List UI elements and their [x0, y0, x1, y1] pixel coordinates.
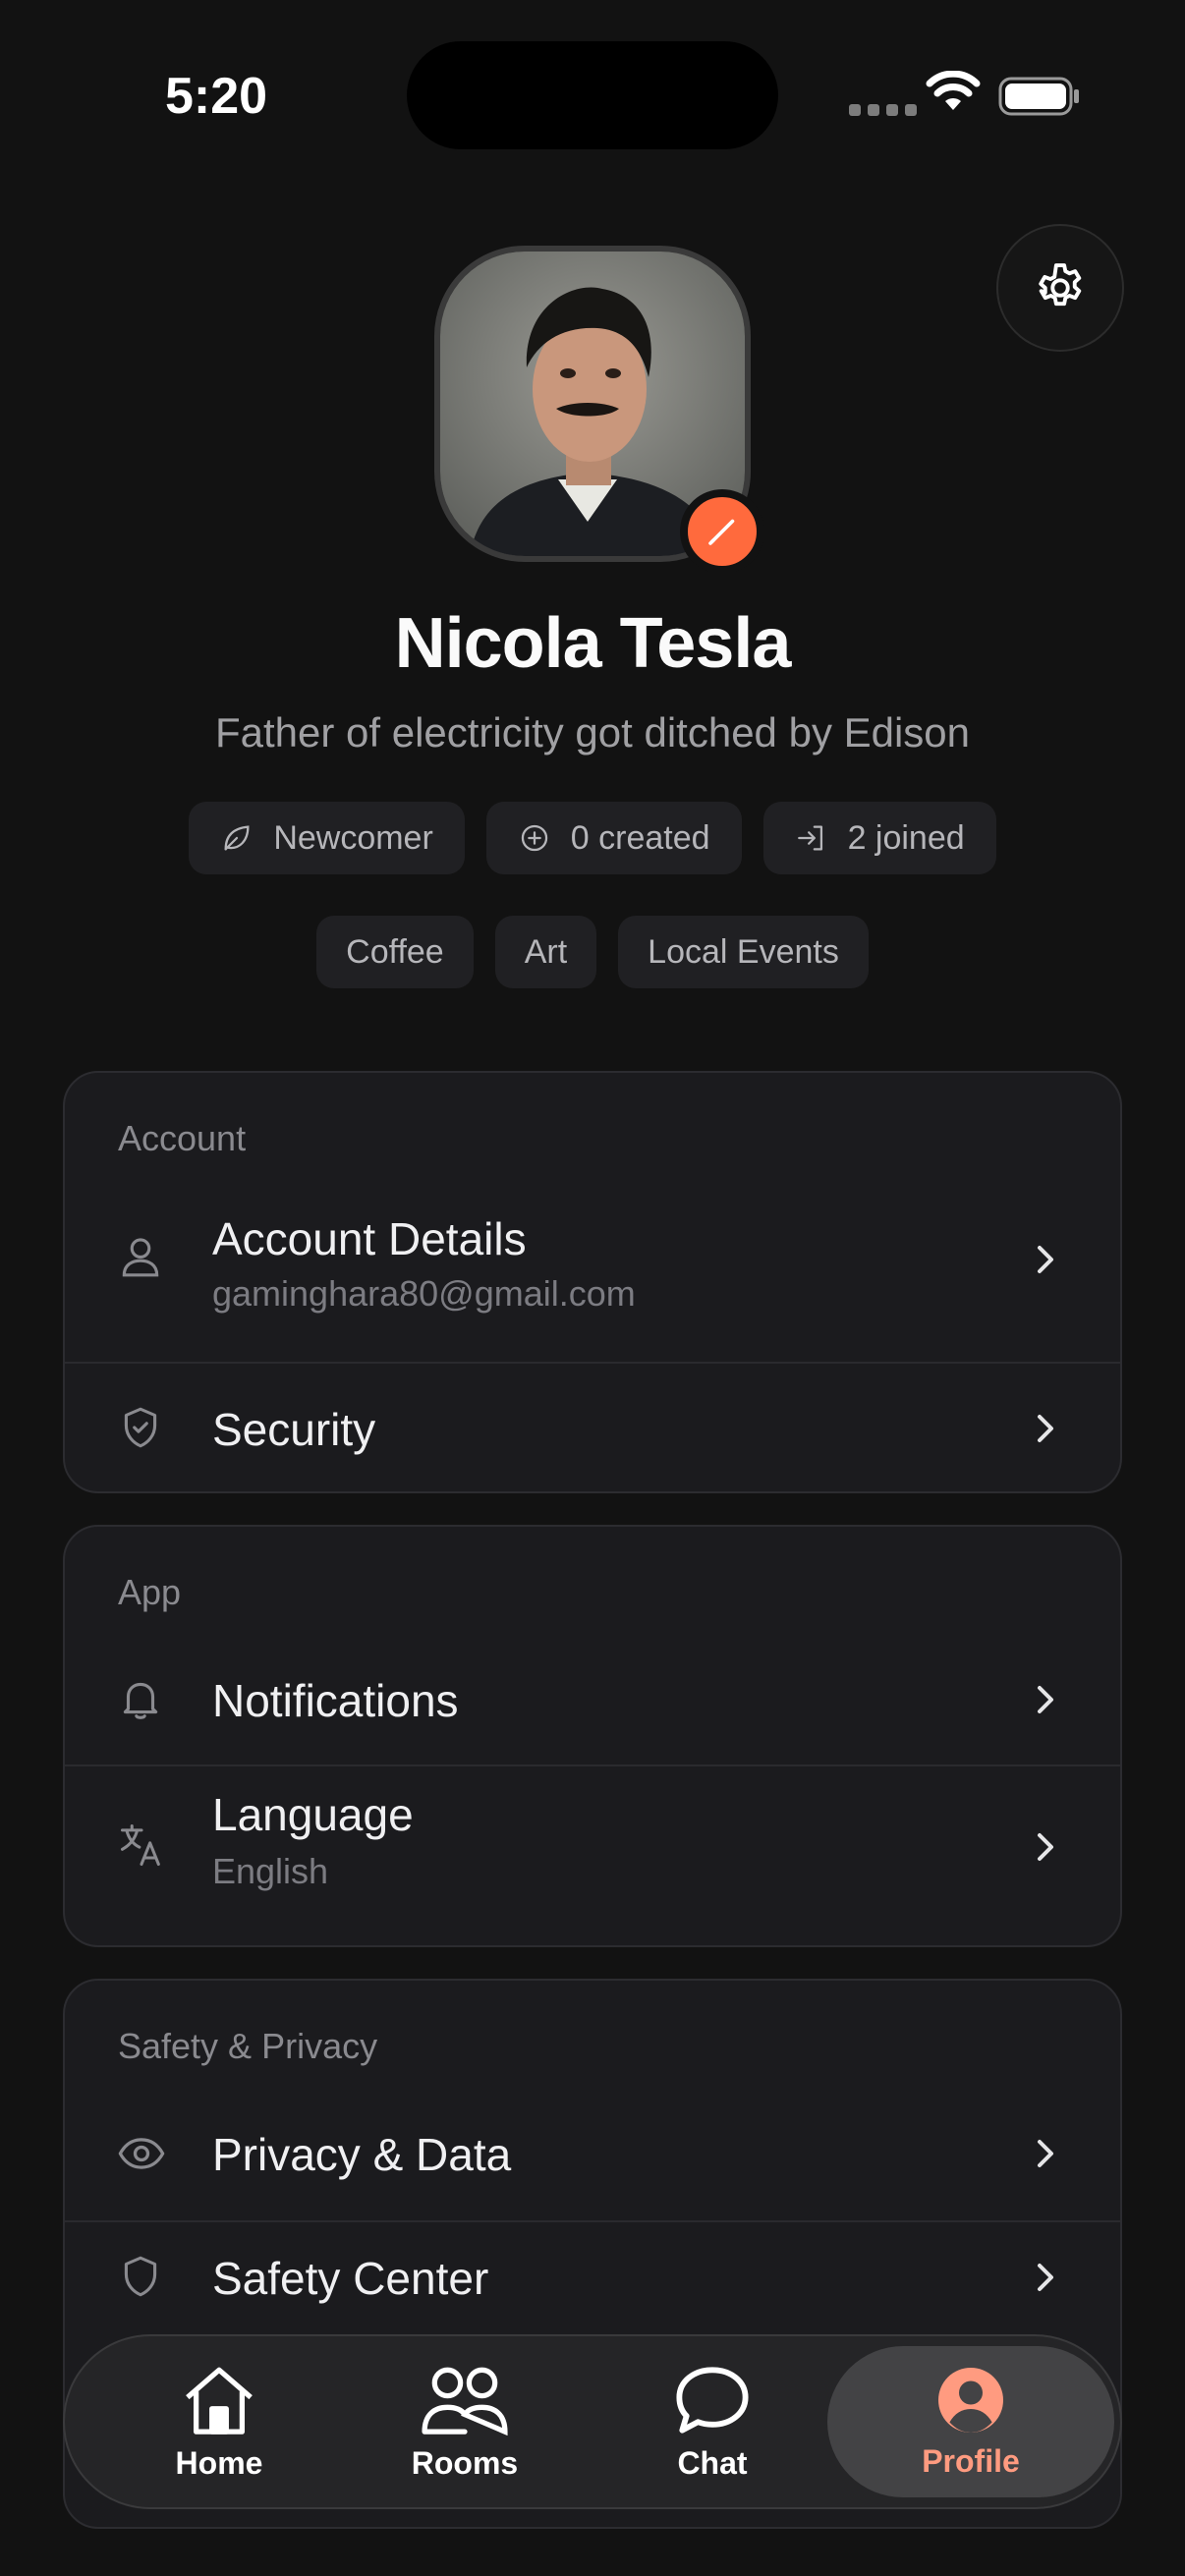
wifi-icon: [926, 71, 981, 110]
stat-chip-newcomer: Newcomer: [189, 802, 465, 874]
tab-home[interactable]: Home: [124, 2336, 314, 2507]
chevron-right-icon: [1038, 1686, 1053, 1713]
stat-label: 0 created: [570, 818, 710, 857]
shield-icon: [124, 2256, 157, 2297]
tab-label: Profile: [922, 2442, 1020, 2479]
account-details-label: Account Details: [212, 1213, 527, 1264]
bell-icon: [123, 1682, 158, 1719]
plus-circle-icon: [521, 824, 547, 852]
profile-icon: [938, 2367, 1003, 2433]
safety-center-row[interactable]: Safety Center: [65, 2222, 1120, 2350]
language-label: Language: [212, 1789, 414, 1840]
section-title-app: App: [118, 1572, 182, 1612]
translate-icon: [120, 1823, 160, 1867]
user-icon: [122, 1238, 159, 1277]
chevron-right-icon: [1038, 1246, 1053, 1273]
home-icon: [186, 2367, 253, 2435]
shield-check-icon: [124, 1407, 157, 1448]
account-email: gaminghara80@gmail.com: [212, 1273, 636, 1314]
tab-label: Rooms: [411, 2444, 519, 2481]
section-title-account: Account: [118, 1118, 247, 1158]
pencil-icon: [708, 519, 735, 545]
tab-label: Home: [175, 2444, 263, 2481]
stat-chip-created: 0 created: [485, 802, 742, 874]
interest-chip[interactable]: Coffee: [316, 916, 474, 988]
users-icon: [422, 2367, 508, 2436]
chevron-right-icon: [1038, 1833, 1053, 1861]
gear-icon: [1039, 263, 1082, 307]
bottom-tab-bar: Home Rooms Chat Profile: [63, 2334, 1122, 2509]
tab-rooms[interactable]: Rooms: [369, 2336, 560, 2507]
status-time: 5:20: [165, 68, 268, 125]
security-row[interactable]: Security: [65, 1364, 1120, 1491]
chevron-right-icon: [1038, 2264, 1053, 2291]
tab-chat[interactable]: Chat: [617, 2336, 808, 2507]
tab-profile[interactable]: Profile: [827, 2346, 1114, 2497]
profile-name: Nicola Tesla: [394, 604, 792, 683]
chevron-right-icon: [1038, 1415, 1053, 1442]
interest-chip[interactable]: Local Events: [618, 916, 869, 988]
interests-row: Coffee Art Local Events: [0, 916, 1185, 988]
stat-chip-joined: 2 joined: [762, 802, 996, 874]
privacy-data-row[interactable]: Privacy & Data: [65, 2089, 1120, 2220]
safety-center-label: Safety Center: [212, 2253, 489, 2304]
edit-avatar-button[interactable]: [680, 489, 764, 574]
account-card: Account Account Details gaminghara80@gma…: [63, 1071, 1122, 1493]
section-title-safety: Safety & Privacy: [118, 2026, 378, 2066]
battery-icon: [998, 77, 1079, 116]
status-bar: 5:20: [0, 0, 1185, 187]
app-card: App Notifications Language English: [63, 1525, 1122, 1947]
sign-in-icon: [797, 825, 822, 851]
chevron-right-icon: [1038, 2140, 1053, 2167]
eye-icon: [118, 2138, 165, 2169]
profile-bio: Father of electricity got ditched by Edi…: [214, 709, 971, 756]
stat-label: 2 joined: [847, 818, 965, 857]
security-label: Security: [212, 1404, 376, 1455]
stats-row: Newcomer 0 created 2 joined: [0, 802, 1185, 874]
interest-chip[interactable]: Art: [494, 916, 597, 988]
account-details-row[interactable]: Account Details gaminghara80@gmail.com: [65, 1171, 1120, 1352]
tab-label: Chat: [677, 2444, 748, 2481]
chat-bubble-icon: [676, 2366, 749, 2434]
leaf-icon: [224, 825, 250, 851]
notifications-label: Notifications: [212, 1675, 459, 1726]
cellular-signal-icon: [849, 104, 917, 116]
dynamic-island: [407, 41, 778, 149]
language-row[interactable]: Language English: [65, 1766, 1120, 1945]
privacy-data-label: Privacy & Data: [212, 2129, 512, 2180]
stat-label: Newcomer: [273, 818, 433, 857]
settings-button[interactable]: [996, 224, 1124, 352]
notifications-row[interactable]: Notifications: [65, 1635, 1120, 1766]
language-value: English: [212, 1851, 329, 1891]
